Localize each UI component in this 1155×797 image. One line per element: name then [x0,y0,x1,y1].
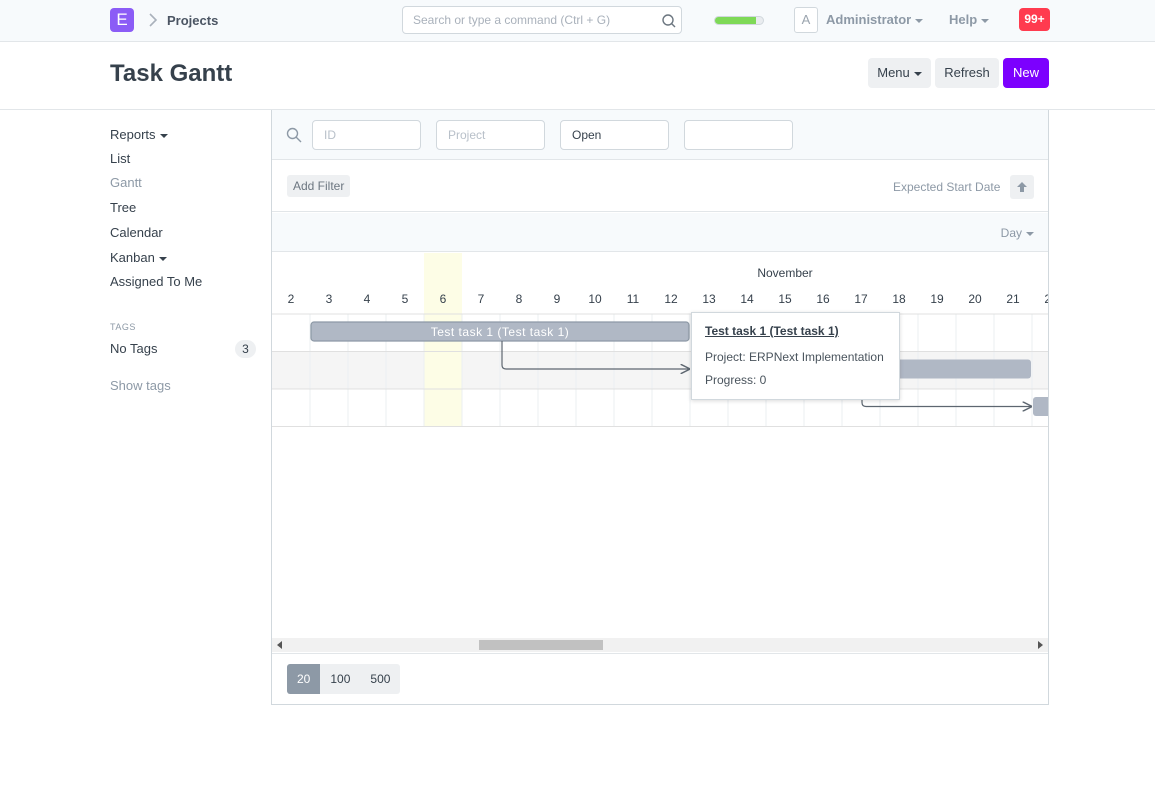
caret-down-icon [915,18,924,23]
app-logo[interactable]: E [110,8,134,32]
sidebar-item-no-tags[interactable]: No Tags [110,341,157,356]
search-input[interactable] [403,7,653,33]
refresh-button[interactable]: Refresh [935,58,999,88]
new-button[interactable]: New [1003,58,1049,88]
gantt-day-label: 4 [364,292,371,306]
gantt-panel: Add Filter Expected Start Date Day Novem… [271,110,1049,705]
sidebar-item-list[interactable]: List [110,151,130,166]
sort-order-button[interactable] [1010,175,1034,199]
gantt-day-label: 18 [892,292,906,306]
search-icon [662,14,676,28]
gantt-month-label: November [757,266,812,280]
sidebar-item-reports[interactable]: Reports [110,127,168,142]
id-filter-input[interactable] [312,120,421,150]
setup-progress-fill [715,17,756,24]
user-name: Administrator [826,12,912,27]
menu-button[interactable]: Menu [868,58,931,88]
gantt-view-bar: Day [272,213,1048,252]
gantt-day-label: 17 [854,292,868,306]
caret-down-icon [1026,231,1034,236]
user-menu[interactable]: Administrator [826,12,924,27]
page-length-20[interactable]: 20 [287,664,321,694]
popup-project: Project: ERPNext Implementation [705,350,884,364]
page-title: Task Gantt [110,60,233,87]
gantt-day-label: 16 [816,292,830,306]
gantt-day-label: 15 [778,292,792,306]
horizontal-scrollbar[interactable] [272,638,1048,652]
gantt-day-label: 10 [588,292,602,306]
scrollbar-thumb[interactable] [479,640,603,650]
scroll-right-icon[interactable] [1038,641,1043,649]
gantt-day-label: 6 [440,292,447,306]
popup-progress: Progress: 0 [705,373,767,387]
sidebar-item-calendar[interactable]: Calendar [110,225,163,240]
list-paging-area: 20 100 500 [272,653,1048,704]
gantt-day-label: 12 [664,292,678,306]
gantt-row-bg [272,389,1048,427]
sidebar-item-tree[interactable]: Tree [110,200,136,215]
view-mode-dropdown[interactable]: Day [1001,226,1034,240]
gantt-task-bar [1033,397,1048,416]
caret-down-icon [158,256,167,261]
sidebar-item-label: Reports [110,127,156,142]
gantt-day-label: 14 [740,292,754,306]
status-filter-input[interactable] [560,120,669,150]
gantt-svg: November 2 3 4 5 6 7 8 9 10 11 12 13 14 15 16 17 18 19 20 21… [272,253,1048,427]
task-details-popup: Test task 1 (Test task 1) Project: ERPNe… [691,312,900,400]
gantt-day-label: 9 [554,292,561,306]
notifications-badge[interactable]: 99+ [1019,8,1050,31]
menu-label: Menu [877,65,910,80]
navbar: E Projects A Administrator Help 99+ [0,0,1155,42]
standard-filter-bar [272,110,1048,160]
setup-progress-bar[interactable] [714,16,764,25]
avatar[interactable]: A [794,7,818,33]
gantt-chart[interactable]: November 2 3 4 5 6 7 8 9 10 11 12 13 14 15 16 17 18 19 20 21… [272,253,1048,638]
gantt-day-label: 2 [288,292,295,306]
gantt-day-label: 22 [1044,292,1048,306]
sort-ascending-icon [1017,182,1027,192]
awesomebar[interactable] [402,6,682,34]
add-filter-button[interactable]: Add Filter [287,175,351,197]
page-length-100[interactable]: 100 [320,664,361,694]
sidebar-item-kanban[interactable]: Kanban [110,250,167,265]
page-length-500[interactable]: 500 [360,664,401,694]
caret-down-icon [159,133,168,138]
help-label: Help [949,12,978,27]
extra-filter-input[interactable] [684,120,793,150]
gantt-day-label: 5 [402,292,409,306]
gantt-day-label: 7 [478,292,485,306]
sidebar-item-assigned-to-me[interactable]: Assigned To Me [110,274,202,289]
gantt-day-label: 20 [968,292,982,306]
scroll-left-icon[interactable] [277,641,282,649]
filter-row: Add Filter Expected Start Date [272,161,1048,212]
gantt-day-label: 3 [326,292,333,306]
tags-heading: TAGS [110,322,136,332]
gantt-task-label: Test task 1 (Test task 1) [431,325,570,339]
caret-down-icon [913,71,922,76]
gantt-day-label: 21 [1006,292,1020,306]
gantt-day-label: 13 [702,292,716,306]
chevron-right-icon [149,13,158,27]
sidebar-item-gantt[interactable]: Gantt [110,175,142,190]
help-menu[interactable]: Help [949,12,990,27]
project-filter-input[interactable] [436,120,545,150]
view-mode-label: Day [1000,226,1022,240]
gantt-day-label: 8 [516,292,523,306]
popup-title[interactable]: Test task 1 (Test task 1) [705,324,839,338]
show-tags-link[interactable]: Show tags [110,378,171,393]
gantt-day-label: 11 [627,292,640,306]
page-length-selector: 20 100 500 [287,664,401,694]
caret-down-icon [981,18,990,23]
gantt-day-label: 19 [930,292,944,306]
tag-count-badge: 3 [235,340,256,358]
breadcrumb[interactable]: Projects [167,13,218,28]
search-icon [286,127,302,143]
sort-selector[interactable]: Expected Start Date [893,180,1000,194]
sidebar-item-label: Kanban [110,250,155,265]
